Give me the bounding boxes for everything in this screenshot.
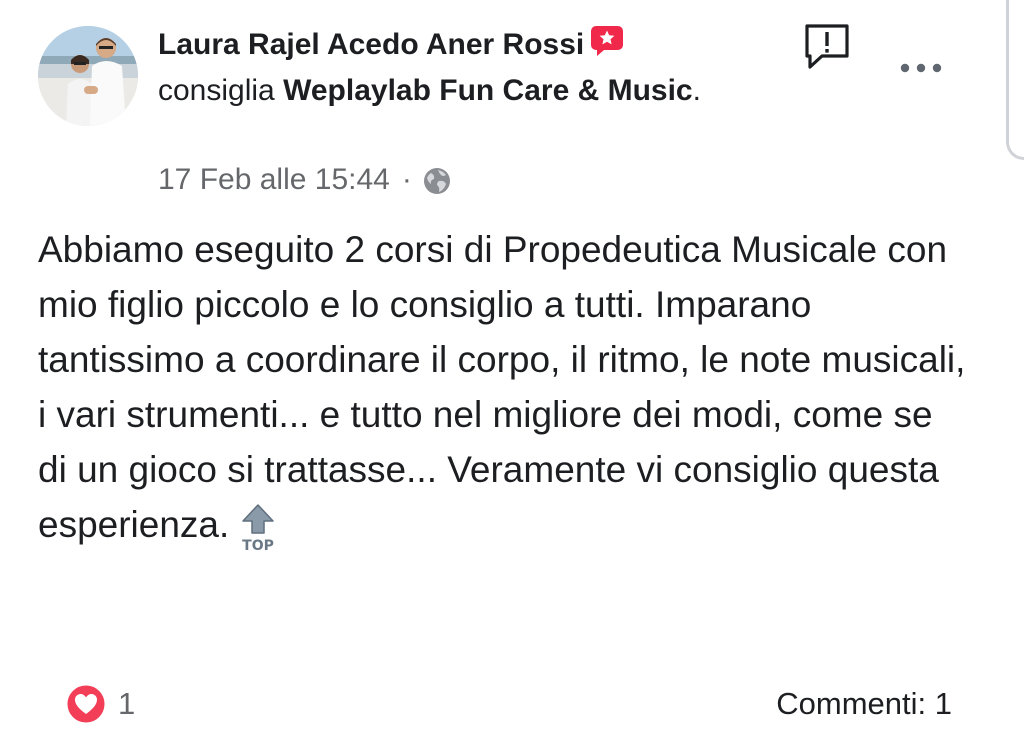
post-header: Laura Rajel Acedo Aner Rossi consiglia W…: [158, 22, 718, 114]
post-body: Abbiamo eseguito 2 corsi di Propedeutica…: [38, 222, 968, 555]
timestamp[interactable]: 17 Feb alle 15:44: [158, 157, 390, 203]
post-meta: 17 Feb alle 15:44 ·: [158, 157, 452, 203]
post-body-text: Abbiamo eseguito 2 corsi di Propedeutica…: [38, 229, 966, 545]
recommend-verb: consiglia: [158, 74, 275, 107]
globe-icon: [423, 168, 450, 194]
recommend-star-icon: [590, 25, 624, 57]
scrollbar-edge: [1006, 0, 1024, 160]
meta-separator: ·: [401, 163, 412, 196]
page-name-suffix: .: [692, 74, 701, 107]
page-name-link[interactable]: Weplaylab Fun Care & Music: [283, 74, 693, 107]
post-card: Laura Rajel Acedo Aner Rossi consiglia W…: [0, 0, 1024, 742]
report-icon[interactable]: [802, 22, 852, 72]
more-options-icon[interactable]: [898, 55, 944, 81]
reaction-summary[interactable]: 1: [66, 684, 135, 724]
reaction-count: 1: [118, 686, 136, 721]
top-emoji-label: TOP: [242, 538, 274, 554]
top-arrow-emoji: TOP: [239, 503, 277, 555]
comments-count-link[interactable]: Commenti: 1: [776, 684, 952, 724]
avatar[interactable]: [38, 26, 138, 126]
author-name[interactable]: Laura Rajel Acedo Aner Rossi: [158, 28, 584, 61]
love-icon: [66, 684, 106, 724]
avatar-photo: [38, 26, 138, 126]
